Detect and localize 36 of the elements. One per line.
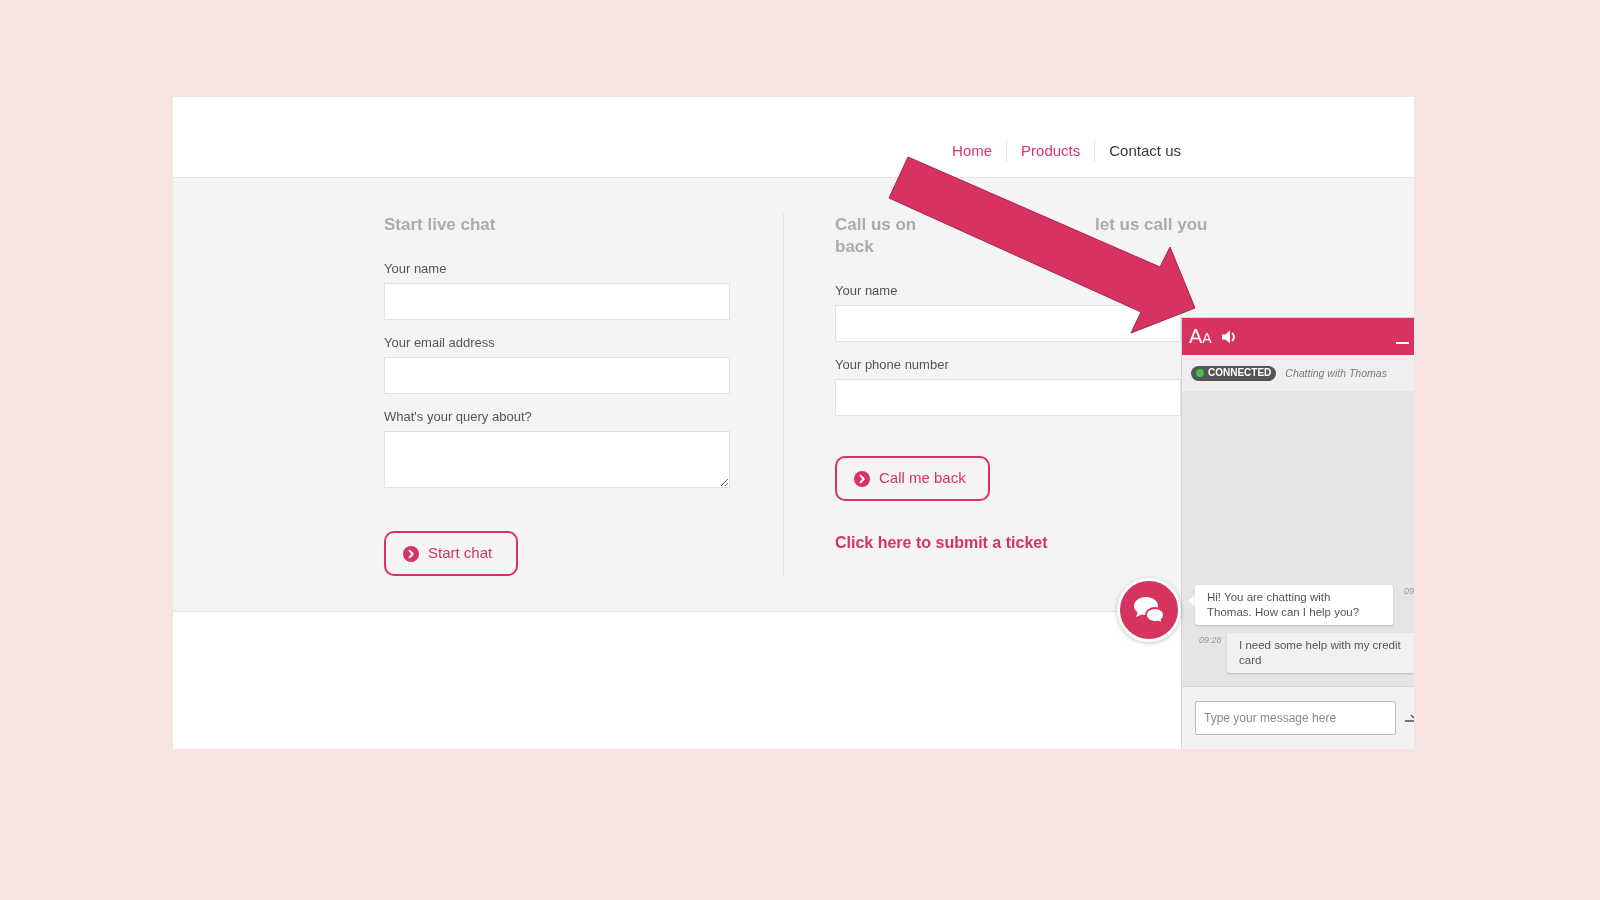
font-size-button[interactable]: AA bbox=[1189, 325, 1212, 348]
minimize-button[interactable] bbox=[1396, 341, 1409, 344]
field-label: Your email address bbox=[384, 334, 495, 352]
nav-link[interactable]: Home bbox=[952, 141, 993, 161]
chat-bubbles-icon bbox=[1133, 595, 1165, 625]
agent-label: Chatting with Thomas bbox=[1285, 366, 1387, 380]
text-input[interactable] bbox=[835, 379, 1181, 416]
field-label: Your name bbox=[384, 260, 447, 278]
text-input[interactable] bbox=[384, 283, 730, 320]
minimize-icon bbox=[1396, 341, 1409, 344]
chevron-circle-icon bbox=[403, 545, 419, 562]
section-heading: Start live chat bbox=[384, 214, 496, 236]
field-label: What's your query about? bbox=[384, 408, 532, 426]
status-label: CONNECTED bbox=[1208, 367, 1272, 379]
ticket-link[interactable]: Click here to submit a ticket bbox=[835, 532, 1048, 554]
arrow-icon[interactable] bbox=[1405, 712, 1414, 724]
section-heading: back bbox=[835, 236, 874, 258]
chevron-circle-icon bbox=[854, 470, 870, 487]
field-label: Your phone number bbox=[835, 356, 949, 374]
start-chat-button[interactable]: Start chat bbox=[384, 531, 519, 576]
sound-button[interactable] bbox=[1221, 329, 1238, 344]
message-time: 09:28 bbox=[1199, 634, 1222, 646]
speaker-icon bbox=[1221, 329, 1238, 344]
bubble-tail-icon bbox=[1188, 595, 1195, 607]
message-bubble: I need some help with my credit card bbox=[1227, 633, 1414, 673]
section-heading: let us call you bbox=[1095, 214, 1208, 236]
text-input[interactable] bbox=[835, 305, 1181, 342]
call-back-button[interactable]: Call me back bbox=[835, 456, 990, 501]
message-time: 09 bbox=[1404, 585, 1414, 597]
field-label: Your name bbox=[835, 282, 898, 300]
message-input[interactable]: Type your message here bbox=[1195, 701, 1396, 735]
text-input[interactable] bbox=[384, 357, 730, 394]
nav-link[interactable]: Contact us bbox=[1109, 141, 1181, 161]
message-bubble: Hi! You are chatting with Thomas. How can I help you? bbox=[1195, 585, 1393, 625]
nav-link[interactable]: Products bbox=[1021, 141, 1081, 161]
section-heading: Call us on bbox=[835, 214, 917, 236]
